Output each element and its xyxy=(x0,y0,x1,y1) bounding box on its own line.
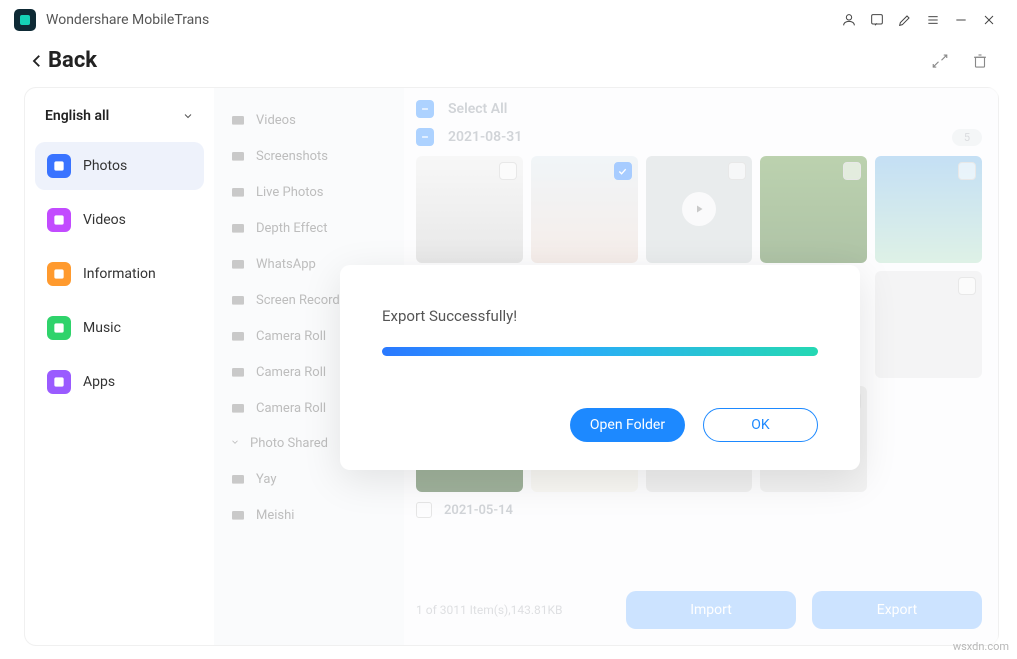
thumbnail[interactable] xyxy=(875,156,982,263)
app-title: Wondershare MobileTrans xyxy=(46,12,209,28)
chevron-down-icon xyxy=(182,110,194,122)
chat-icon xyxy=(47,262,71,286)
chevron-down-icon xyxy=(230,436,240,451)
folder-icon xyxy=(230,328,246,344)
folder-label: Photo Shared xyxy=(250,436,328,451)
sidebar-item-photos[interactable]: Photos xyxy=(35,142,204,190)
titlebar: Wondershare MobileTrans xyxy=(0,0,1017,40)
status-text: 1 of 3011 Item(s),143.81KB xyxy=(416,603,610,617)
dropdown-label: English all xyxy=(45,108,109,124)
sidebar-item-information[interactable]: Information xyxy=(35,250,204,298)
sidebar: English all Photos Videos Information Music… xyxy=(24,87,214,646)
open-folder-button[interactable]: Open Folder xyxy=(570,408,685,442)
watermark: wsxdn.com xyxy=(953,640,1009,653)
date-group-header[interactable]: 2021-05-14 xyxy=(416,502,982,518)
folder-label: Camera Roll xyxy=(256,365,326,380)
folder-label: Depth Effect xyxy=(256,221,327,236)
sidebar-item-label: Apps xyxy=(83,374,115,390)
folder-item[interactable]: Depth Effect xyxy=(220,210,398,246)
folder-label: Yay xyxy=(256,472,276,487)
folder-label: Camera Roll xyxy=(256,401,326,416)
folder-icon xyxy=(230,471,246,487)
play-icon xyxy=(682,192,716,226)
group-date: 2021-05-14 xyxy=(444,503,513,518)
folder-icon xyxy=(230,148,246,164)
folder-label: Videos xyxy=(256,113,296,128)
thumb-checkbox[interactable] xyxy=(843,162,861,180)
account-icon[interactable] xyxy=(835,6,863,34)
export-success-modal: Export Successfully! Open Folder OK xyxy=(340,265,860,470)
language-dropdown[interactable]: English all xyxy=(35,104,204,142)
edit-icon[interactable] xyxy=(891,6,919,34)
import-button[interactable]: Import xyxy=(626,591,796,629)
sidebar-item-videos[interactable]: Videos xyxy=(35,196,204,244)
folder-label: Screen Recorder xyxy=(256,293,351,308)
group-date: 2021-08-31 xyxy=(448,129,522,145)
select-all-indeterminate-icon[interactable] xyxy=(416,100,434,118)
progress-bar xyxy=(382,347,818,356)
date-group-header[interactable]: 2021-08-31 5 xyxy=(416,126,982,148)
sidebar-item-label: Music xyxy=(83,320,121,336)
grid-icon xyxy=(47,370,71,394)
image-icon xyxy=(47,154,71,178)
folder-label: Camera Roll xyxy=(256,329,326,344)
minimize-icon[interactable] xyxy=(947,6,975,34)
thumb-checkbox[interactable] xyxy=(958,162,976,180)
export-button[interactable]: Export xyxy=(812,591,982,629)
folder-label: Screenshots xyxy=(256,149,328,164)
close-icon[interactable] xyxy=(975,6,1003,34)
thumb-checkbox[interactable] xyxy=(728,162,746,180)
folder-item[interactable]: Meishi xyxy=(220,497,398,533)
thumb-checkbox[interactable] xyxy=(958,277,976,295)
folder-icon xyxy=(230,364,246,380)
folder-label: Live Photos xyxy=(256,185,324,200)
folder-label: Meishi xyxy=(256,508,294,523)
thumb-checkbox[interactable] xyxy=(499,162,517,180)
thumbnail[interactable] xyxy=(760,156,867,263)
folder-item[interactable]: Screenshots xyxy=(220,138,398,174)
app-logo xyxy=(14,9,36,31)
thumb-checkbox[interactable] xyxy=(614,162,632,180)
folder-icon xyxy=(230,184,246,200)
refresh-icon[interactable] xyxy=(931,52,949,70)
menu-icon[interactable] xyxy=(919,6,947,34)
folder-label: WhatsApp xyxy=(256,257,316,272)
sidebar-item-label: Information xyxy=(83,266,156,282)
group-count-badge: 5 xyxy=(952,129,982,146)
back-button[interactable]: Back xyxy=(28,48,97,73)
content-footer: 1 of 3011 Item(s),143.81KB Import Export xyxy=(416,581,982,629)
feedback-icon[interactable] xyxy=(863,6,891,34)
sidebar-item-music[interactable]: Music xyxy=(35,304,204,352)
thumbnail[interactable] xyxy=(646,156,753,263)
back-label: Back xyxy=(48,48,97,73)
back-row: Back xyxy=(0,40,1017,87)
select-all-label: Select All xyxy=(448,101,507,117)
delete-icon[interactable] xyxy=(971,52,989,70)
folder-icon xyxy=(230,112,246,128)
folder-icon xyxy=(230,507,246,523)
modal-message: Export Successfully! xyxy=(382,307,818,325)
folder-icon xyxy=(230,220,246,236)
ok-button[interactable]: OK xyxy=(703,408,818,442)
thumbnail[interactable] xyxy=(875,271,982,378)
group-indeterminate-icon[interactable] xyxy=(416,128,434,146)
select-all-row[interactable]: Select All xyxy=(416,98,982,120)
folder-item[interactable]: Videos xyxy=(220,102,398,138)
folder-item[interactable]: Live Photos xyxy=(220,174,398,210)
folder-icon xyxy=(230,256,246,272)
sidebar-item-apps[interactable]: Apps xyxy=(35,358,204,406)
music-icon xyxy=(47,316,71,340)
thumbnail[interactable] xyxy=(416,156,523,263)
group-checkbox[interactable] xyxy=(416,502,432,518)
folder-icon xyxy=(230,292,246,308)
folder-icon xyxy=(230,400,246,416)
sidebar-item-label: Videos xyxy=(83,212,126,228)
thumbnail[interactable] xyxy=(531,156,638,263)
sidebar-item-label: Photos xyxy=(83,158,127,174)
video-icon xyxy=(47,208,71,232)
